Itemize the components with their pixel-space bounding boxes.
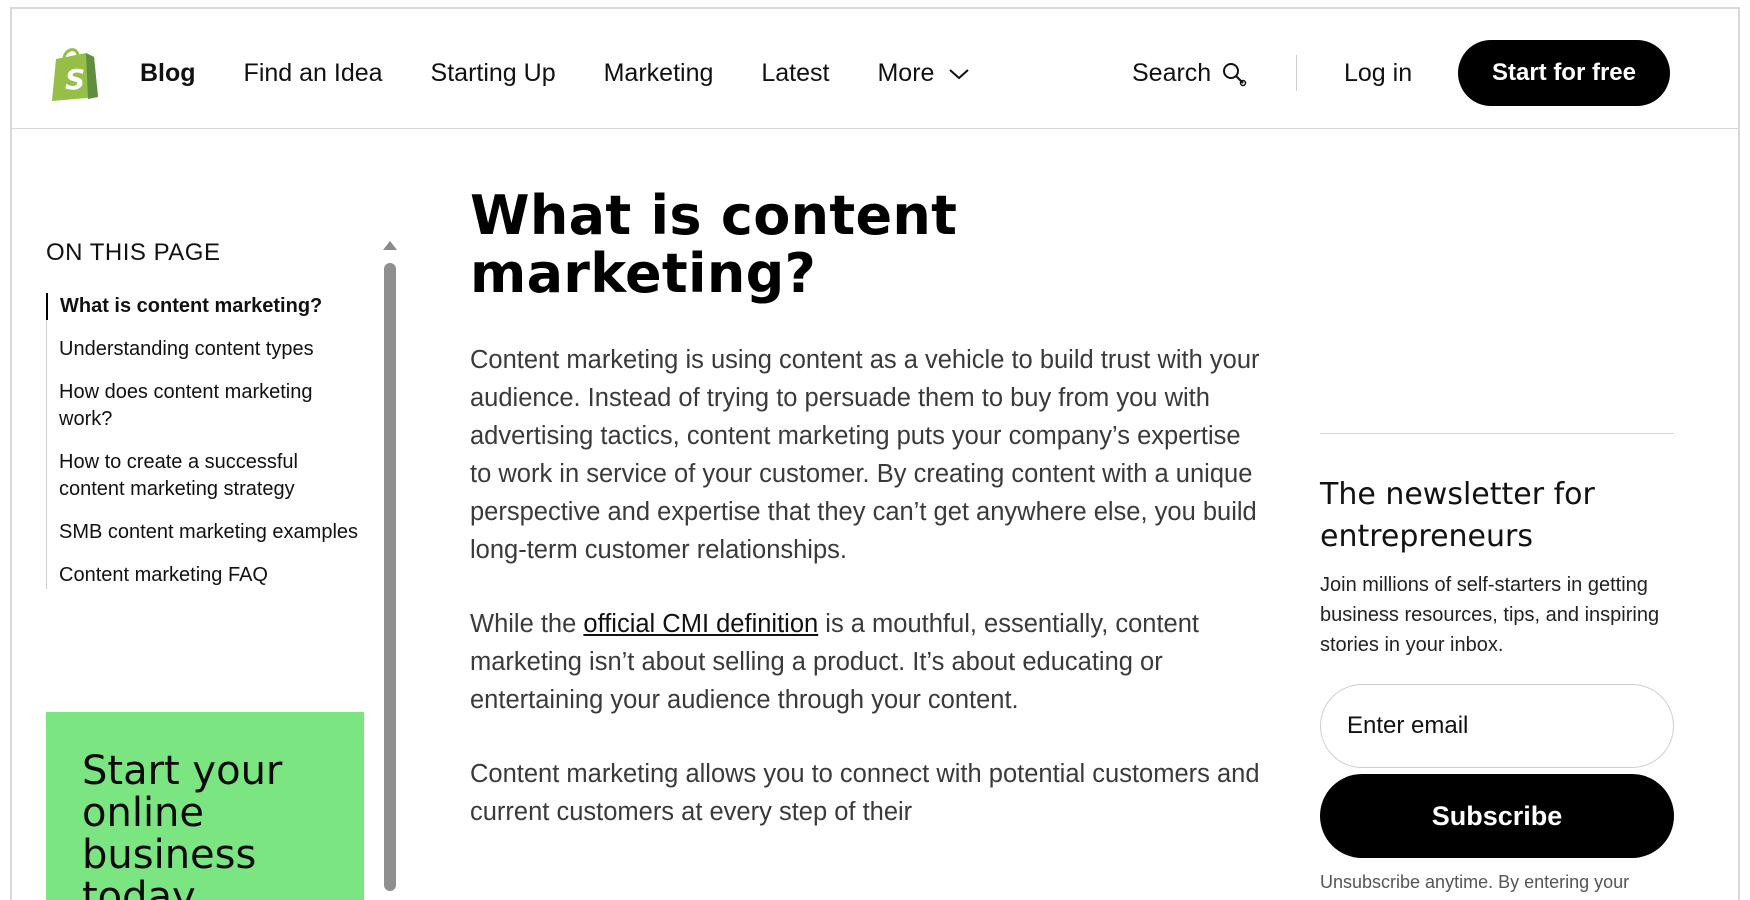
- article-title: What is content marketing?: [470, 184, 958, 305]
- sidebar-scrollbar-thumb[interactable]: [384, 263, 396, 891]
- search-label: Search: [1132, 59, 1212, 87]
- newsletter-fine-print: Unsubscribe anytime. By entering your: [1320, 872, 1630, 892]
- site-header: S Blog Find an Idea Starting Up Marketin…: [12, 9, 1738, 129]
- scroll-up-arrow-icon[interactable]: [383, 241, 397, 250]
- chevron-down-icon: [949, 68, 970, 79]
- paragraph-text: While the: [470, 610, 584, 638]
- toc-item-what-is-content-marketing[interactable]: What is content marketing?: [46, 293, 366, 320]
- main-nav: Blog Find an Idea Starting Up Marketing …: [140, 59, 1018, 88]
- article-paragraph: Content marketing allows you to connect …: [470, 760, 1260, 826]
- nav-more[interactable]: More: [877, 59, 970, 88]
- nav-starting-up[interactable]: Starting Up: [431, 59, 556, 88]
- newsletter-signup: The newsletter for entrepreneurs Join mi…: [1320, 433, 1674, 893]
- toc-list: What is content marketing? Understanding…: [46, 293, 366, 589]
- shopify-bag-icon[interactable]: S: [48, 45, 102, 101]
- nav-find-an-idea[interactable]: Find an Idea: [244, 59, 383, 88]
- subscribe-button[interactable]: Subscribe: [1320, 774, 1674, 858]
- cmi-definition-link[interactable]: official CMI definition: [583, 610, 818, 638]
- toc-title: ON THIS PAGE: [46, 239, 221, 266]
- article-body: What is content marketing? Content marke…: [470, 187, 1260, 867]
- search-button[interactable]: Search: [1132, 59, 1247, 88]
- promo-banner[interactable]: Start your online business today: [46, 712, 364, 900]
- toc-item-smb-examples[interactable]: SMB content marketing examples: [47, 519, 366, 546]
- toc-item-how-does-content-marketing-work[interactable]: How does content marketing work?: [47, 379, 366, 433]
- nav-latest[interactable]: Latest: [761, 59, 829, 88]
- start-for-free-button[interactable]: Start for free: [1458, 40, 1670, 106]
- article-paragraph: Content marketing is using content as a …: [470, 346, 1260, 564]
- login-link[interactable]: Log in: [1344, 59, 1412, 88]
- table-of-contents: ON THIS PAGE What is content marketing? …: [46, 239, 366, 605]
- newsletter-description: Join millions of self-starters in gettin…: [1320, 574, 1660, 656]
- promo-text: Start your online business today: [82, 748, 283, 900]
- browser-page: S Blog Find an Idea Starting Up Marketin…: [10, 7, 1740, 900]
- newsletter-title: The newsletter for entrepreneurs: [1320, 477, 1595, 554]
- nav-more-label: More: [877, 59, 935, 87]
- email-field[interactable]: [1320, 684, 1674, 768]
- header-divider: [1296, 55, 1297, 91]
- svg-text:S: S: [65, 63, 85, 96]
- search-icon: [1223, 62, 1247, 86]
- article-paragraph-with-link: While the official CMI definition is a m…: [470, 605, 1260, 719]
- nav-marketing[interactable]: Marketing: [604, 59, 714, 88]
- toc-item-understanding-content-types[interactable]: Understanding content types: [47, 336, 366, 363]
- toc-item-successful-strategy[interactable]: How to create a successful content marke…: [47, 449, 366, 503]
- nav-blog[interactable]: Blog: [140, 59, 196, 88]
- toc-item-faq[interactable]: Content marketing FAQ: [47, 562, 366, 589]
- newsletter-divider: [1320, 433, 1674, 434]
